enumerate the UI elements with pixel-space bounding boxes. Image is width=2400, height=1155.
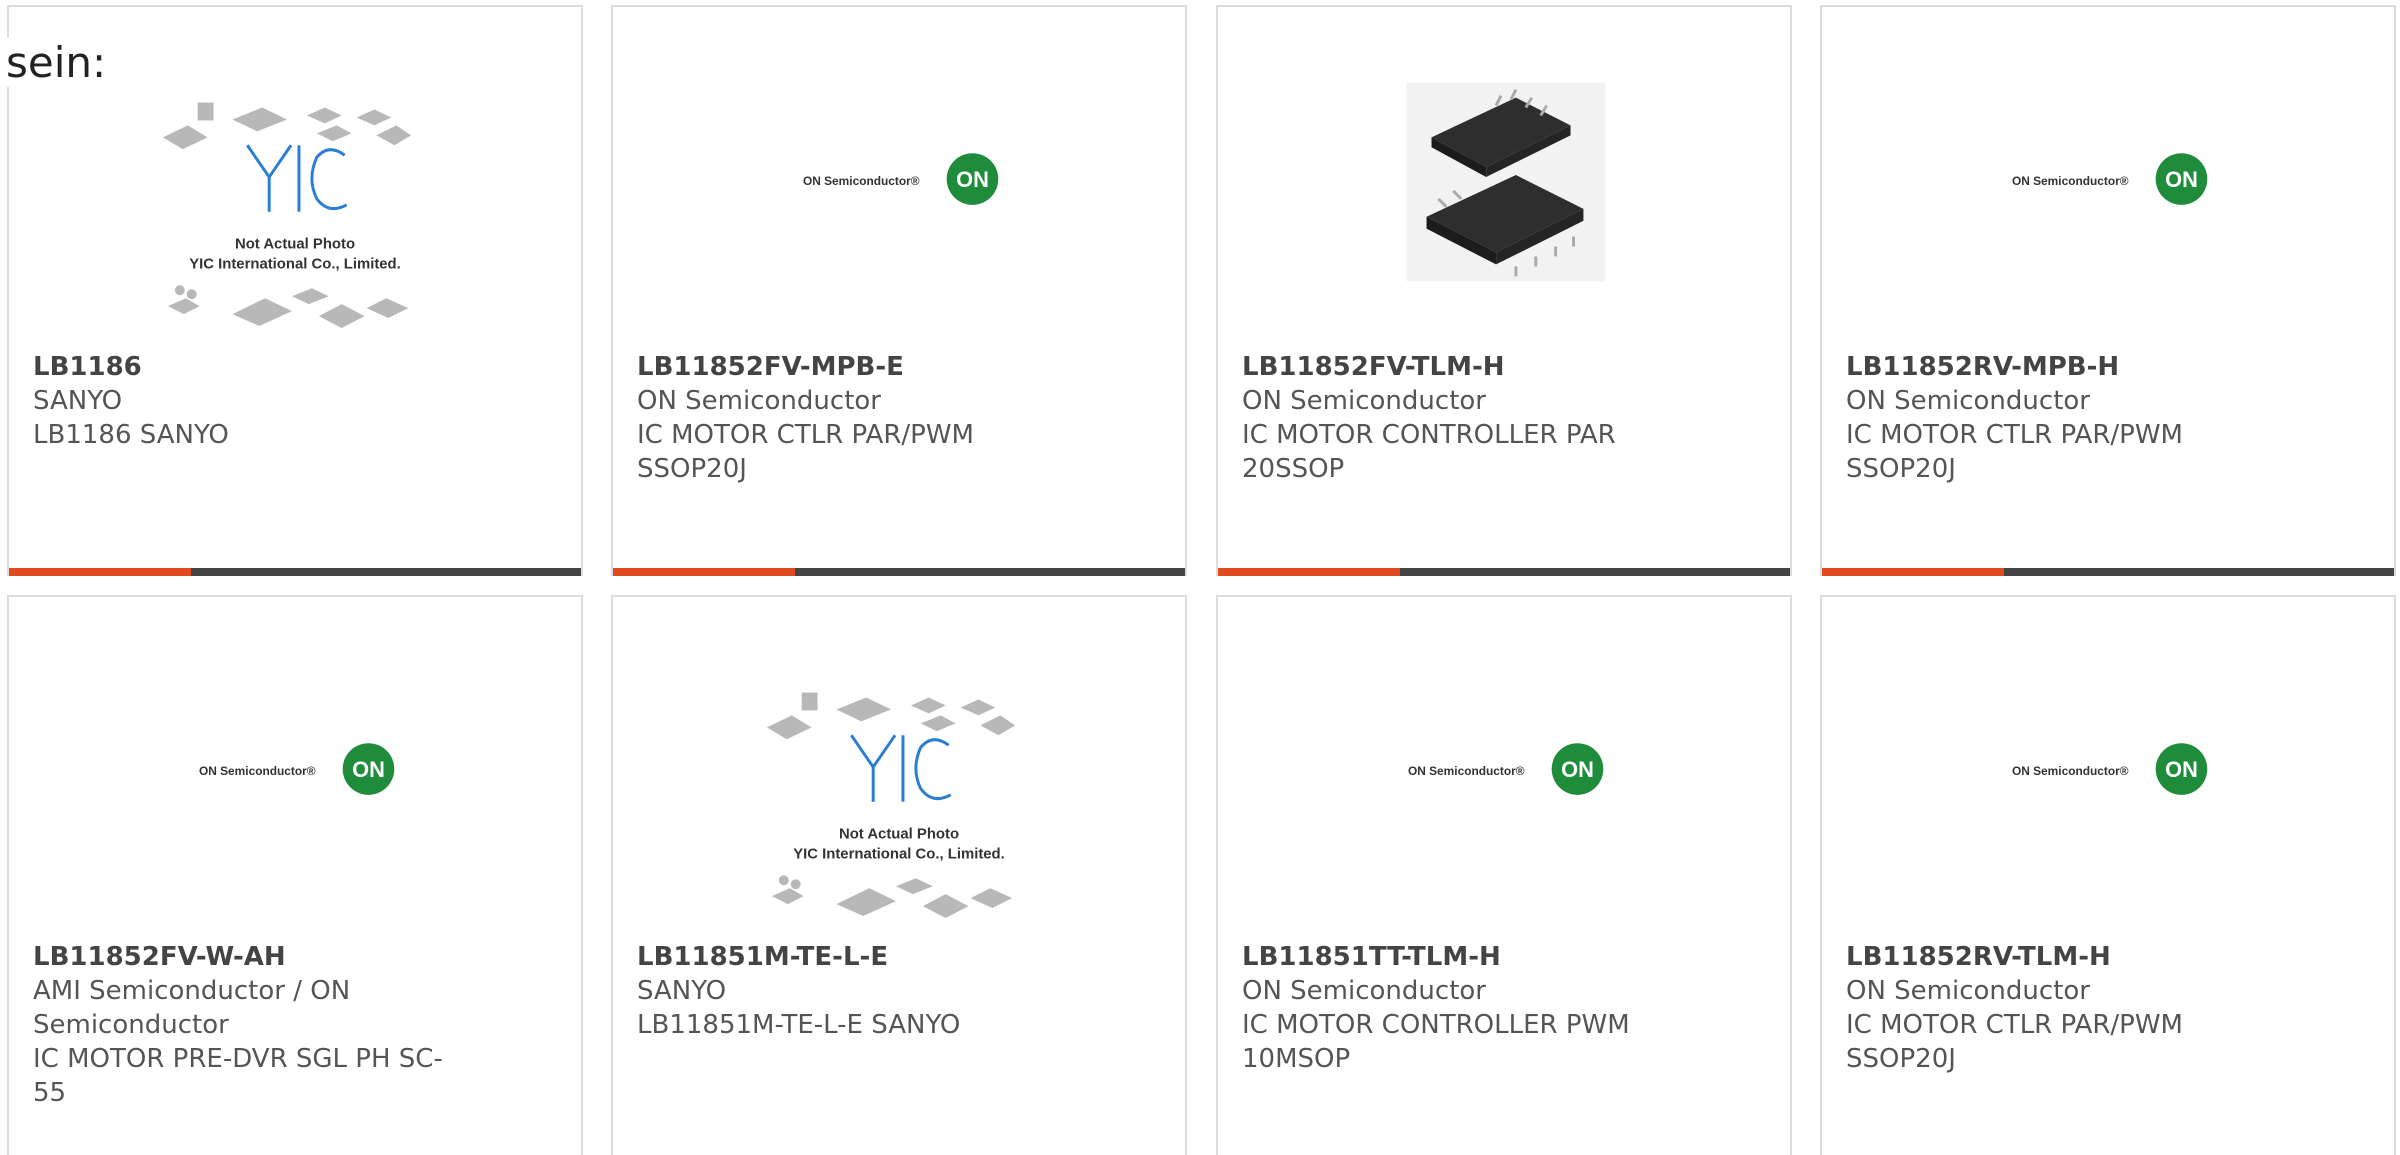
product-card[interactable]: ON Semiconductor® ON LB11852FV-W-AH AMI … — [7, 595, 583, 1155]
card-bar-accent — [9, 568, 191, 576]
manufacturer: ON Semiconductor — [1242, 976, 1486, 1006]
photo-note-line2: YIC International Co., Limited. — [793, 846, 1005, 862]
manufacturer: SANYO — [637, 976, 727, 1006]
product-image-on-semi-logo[interactable]: ON Semiconductor® ON — [9, 617, 581, 927]
description-cont: SSOP20J — [1846, 454, 1956, 484]
page-heading: sein: — [6, 38, 111, 87]
on-logo-badge: ON — [956, 167, 989, 192]
photo-note-line2: YIC International Co., Limited. — [189, 256, 401, 272]
part-number-link[interactable]: LB11852RV-MPB-H — [1846, 350, 2316, 384]
photo-note-line1: Not Actual Photo — [839, 827, 959, 843]
on-logo-badge: ON — [2165, 757, 2198, 782]
manufacturer: SANYO — [33, 386, 123, 416]
description-cont: SSOP20J — [1846, 1044, 1956, 1074]
description: IC MOTOR CONTROLLER PAR — [1242, 420, 1616, 450]
product-card[interactable]: ON Semiconductor® ON LB11852RV-MPB-H ON … — [1820, 5, 2396, 576]
description-cont: SSOP20J — [637, 454, 747, 484]
on-semi-logo-text: ON Semiconductor® — [1408, 764, 1525, 778]
description-cont: 55 — [33, 1078, 67, 1108]
on-semi-logo-text: ON Semiconductor® — [2012, 174, 2129, 188]
manufacturer: ON Semiconductor — [637, 386, 881, 416]
product-image-on-semi-logo[interactable]: ON Semiconductor® ON — [1822, 27, 2394, 337]
product-image-on-semi-logo[interactable]: ON Semiconductor® ON — [1822, 617, 2394, 927]
product-image-on-semi-logo[interactable]: ON Semiconductor® ON — [1218, 617, 1790, 927]
part-number-link[interactable]: LB11851M-TE-L-E — [637, 940, 1107, 974]
description-cont: 20SSOP — [1242, 454, 1345, 484]
card-bar-accent — [613, 568, 795, 576]
product-card[interactable]: Not Actual Photo YIC International Co., … — [611, 595, 1187, 1155]
product-image-on-semi-logo[interactable]: ON Semiconductor® ON — [613, 27, 1185, 337]
part-number-link[interactable]: LB11852FV-MPB-E — [637, 350, 1107, 384]
description: IC MOTOR CTLR PAR/PWM — [637, 420, 974, 450]
on-semi-logo-text: ON Semiconductor® — [2012, 764, 2129, 778]
on-semi-logo-text: ON Semiconductor® — [199, 764, 316, 778]
manufacturer: ON Semiconductor — [1846, 976, 2090, 1006]
manufacturer: ON Semiconductor — [1846, 386, 2090, 416]
manufacturer: ON Semiconductor — [1242, 386, 1486, 416]
product-card[interactable]: ON Semiconductor® ON LB11852FV-MPB-E ON … — [611, 5, 1187, 576]
part-number-link[interactable]: LB11852FV-W-AH — [33, 940, 503, 974]
manufacturer-cont: Semiconductor — [33, 1010, 229, 1040]
description: IC MOTOR CTLR PAR/PWM — [1846, 420, 2183, 450]
part-number-link[interactable]: LB1186 — [33, 350, 503, 384]
description: IC MOTOR CONTROLLER PWM — [1242, 1010, 1630, 1040]
card-bottom-bar — [1218, 568, 1790, 576]
description: LB11851M-TE-L-E SANYO — [637, 1010, 961, 1040]
part-number-link[interactable]: LB11852RV-TLM-H — [1846, 940, 2316, 974]
description: IC MOTOR PRE-DVR SGL PH SC- — [33, 1044, 443, 1074]
description: LB1186 SANYO — [33, 420, 229, 450]
on-logo-badge: ON — [1561, 757, 1594, 782]
product-card[interactable]: Not Actual Photo YIC International Co., … — [7, 5, 583, 576]
part-number-link[interactable]: LB11851TT-TLM-H — [1242, 940, 1712, 974]
description: IC MOTOR CTLR PAR/PWM — [1846, 1010, 2183, 1040]
on-logo-badge: ON — [352, 757, 385, 782]
card-bar-accent — [1218, 568, 1400, 576]
product-image-ssop-chip-photo[interactable] — [1218, 27, 1790, 337]
product-card[interactable]: ON Semiconductor® ON LB11852RV-TLM-H ON … — [1820, 595, 2396, 1155]
part-number-link[interactable]: LB11852FV-TLM-H — [1242, 350, 1712, 384]
on-semi-logo-text: ON Semiconductor® — [803, 174, 920, 188]
product-card[interactable]: ON Semiconductor® ON LB11851TT-TLM-H ON … — [1216, 595, 1792, 1155]
on-logo-badge: ON — [2165, 167, 2198, 192]
manufacturer: AMI Semiconductor / ON — [33, 976, 351, 1006]
card-bottom-bar — [613, 568, 1185, 576]
photo-note-line1: Not Actual Photo — [235, 237, 355, 253]
description-cont: 10MSOP — [1242, 1044, 1351, 1074]
product-card[interactable]: LB11852FV-TLM-H ON Semiconductor IC MOTO… — [1216, 5, 1792, 576]
card-bar-accent — [1822, 568, 2004, 576]
card-bottom-bar — [1822, 568, 2394, 576]
card-bottom-bar — [9, 568, 581, 576]
product-image-yic-placeholder[interactable]: Not Actual Photo YIC International Co., … — [613, 617, 1185, 927]
